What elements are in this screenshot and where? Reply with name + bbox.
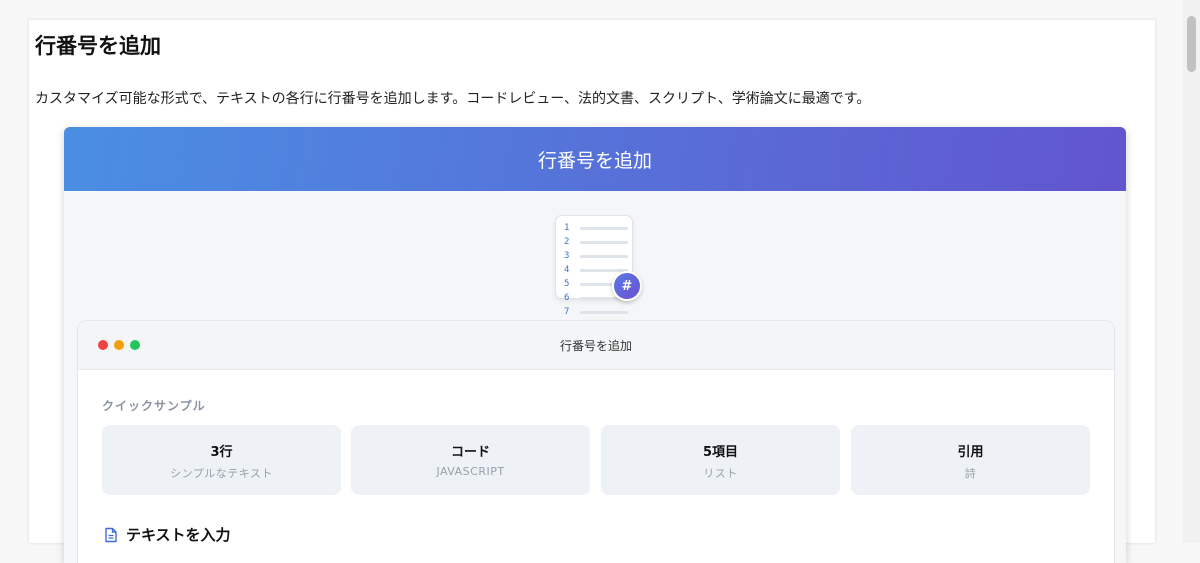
sample-button-3-lines[interactable]: 3行 シンプルなテキスト bbox=[102, 425, 341, 495]
illus-text-line bbox=[580, 241, 628, 244]
window-title: 行番号を追加 bbox=[559, 339, 632, 353]
sample-subtitle: リスト bbox=[703, 467, 738, 480]
tool-banner: 行番号を追加 bbox=[64, 127, 1126, 191]
hash-badge-icon: # bbox=[612, 271, 642, 301]
sample-name: 引用 bbox=[957, 445, 984, 460]
sample-subtitle: 詩 bbox=[964, 467, 977, 480]
illus-line-number: 3 bbox=[564, 251, 570, 261]
line-number-illustration: 1 2 3 4 5 6 7 # bbox=[555, 215, 642, 317]
text-input-header: テキストを入力 bbox=[104, 524, 231, 545]
sample-name: 5項目 bbox=[702, 445, 739, 460]
quick-samples-label: クイックサンプル bbox=[102, 399, 206, 413]
scrollbar-thumb[interactable] bbox=[1187, 16, 1196, 72]
illus-line-number: 5 bbox=[564, 279, 570, 289]
illus-line-number: 2 bbox=[564, 237, 570, 247]
illus-line-number: 1 bbox=[564, 223, 570, 233]
document-icon bbox=[105, 527, 117, 542]
sample-subtitle: JAVASCRIPT bbox=[436, 465, 505, 478]
illus-text-line bbox=[580, 227, 628, 230]
text-input-label: テキストを入力 bbox=[126, 526, 231, 544]
banner-title: 行番号を追加 bbox=[537, 149, 652, 172]
page-scrollbar[interactable] bbox=[1183, 0, 1200, 543]
page-title: 行番号を追加 bbox=[35, 34, 161, 58]
tool-window: 行番号を追加 クイックサンプル 3行 シンプルなテキスト コード JAVASCR… bbox=[77, 320, 1115, 563]
sample-name: コード bbox=[450, 445, 490, 460]
sample-button-5-items[interactable]: 5項目 リスト bbox=[601, 425, 840, 495]
illus-line-number: 7 bbox=[564, 307, 570, 317]
sample-subtitle: シンプルなテキスト bbox=[170, 467, 273, 480]
sample-name: 3行 bbox=[210, 445, 233, 460]
illus-text-line bbox=[580, 311, 628, 314]
illus-line-number: 4 bbox=[564, 265, 570, 275]
window-titlebar: 行番号を追加 bbox=[78, 321, 1114, 370]
sample-button-code[interactable]: コード JAVASCRIPT bbox=[351, 425, 590, 495]
page-description: カスタマイズ可能な形式で、テキストの各行に行番号を追加します。コードレビュー、法… bbox=[35, 91, 871, 107]
page-container: 行番号を追加 カスタマイズ可能な形式で、テキストの各行に行番号を追加します。コー… bbox=[29, 20, 1155, 563]
tool-card: 行番号を追加 1 2 3 4 5 6 7 # 行番号を追加 クイックサンプル 3… bbox=[64, 127, 1126, 563]
illus-text-line bbox=[580, 255, 628, 258]
illus-line-number: 6 bbox=[564, 293, 570, 303]
sample-button-quote[interactable]: 引用 詩 bbox=[851, 425, 1090, 495]
